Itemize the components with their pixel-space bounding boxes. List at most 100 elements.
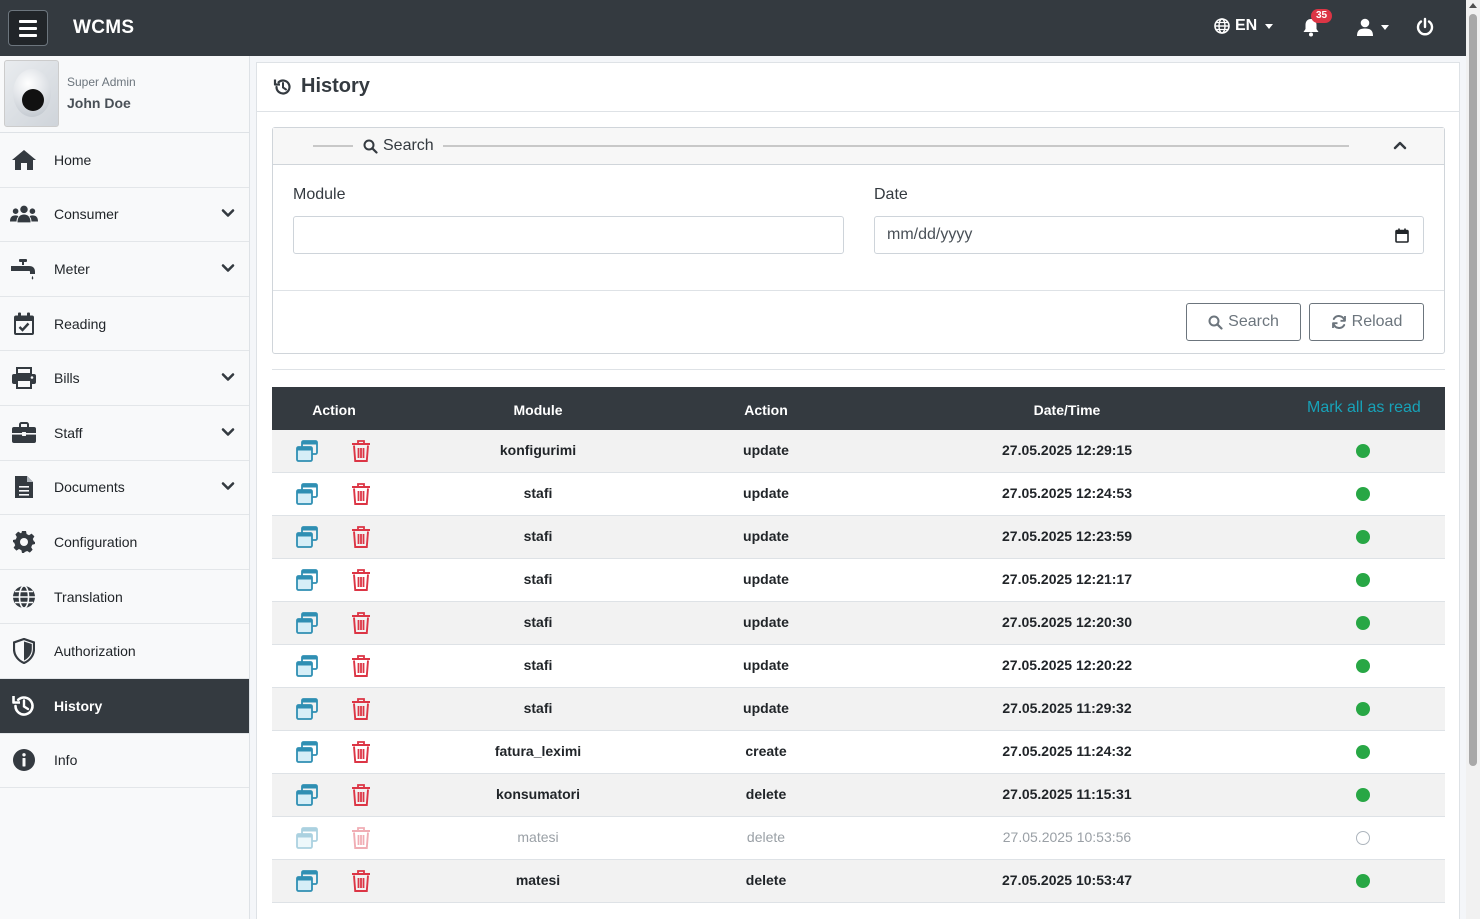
unread-status-indicator[interactable]	[1356, 702, 1370, 716]
sidebar-item-authorization[interactable]: Authorization	[0, 624, 249, 679]
sidebar-item-label: Translation	[54, 588, 123, 605]
sidebar-item-configuration[interactable]: Configuration	[0, 515, 249, 570]
user-menu[interactable]	[1356, 18, 1389, 36]
read-status-indicator[interactable]	[1356, 831, 1370, 845]
chevron-up-icon[interactable]	[1393, 140, 1407, 150]
sidebar-item-label: Bills	[54, 370, 80, 387]
sidebar-item-consumer[interactable]: Consumer	[0, 188, 249, 243]
trash-icon[interactable]	[351, 569, 371, 596]
view-details-icon[interactable]	[296, 741, 318, 768]
module-field-label: Module	[293, 186, 346, 203]
view-details-icon[interactable]	[296, 870, 318, 897]
history-table: Action Module Action Date/Time Mark all …	[272, 387, 1445, 903]
power-icon[interactable]	[1415, 17, 1435, 37]
unread-status-indicator[interactable]	[1356, 745, 1370, 759]
date-input[interactable]: mm/dd/yyyy	[874, 216, 1424, 254]
sidebar-item-documents[interactable]: Documents	[0, 461, 249, 516]
trash-icon[interactable]	[351, 870, 371, 897]
view-details-icon[interactable]	[296, 698, 318, 725]
trash-icon[interactable]	[351, 655, 371, 682]
unread-status-indicator[interactable]	[1356, 444, 1370, 458]
language-selector[interactable]: EN	[1214, 17, 1274, 35]
view-details-icon[interactable]	[296, 827, 318, 854]
info-icon	[10, 746, 38, 774]
calendar-icon[interactable]	[1395, 228, 1409, 243]
history-icon	[273, 78, 291, 95]
divider	[273, 290, 1444, 291]
sidebar-item-history[interactable]: History	[0, 678, 249, 734]
search-icon	[363, 139, 378, 154]
chevron-down-icon	[221, 424, 235, 442]
sidebar-item-bills[interactable]: Bills	[0, 351, 249, 406]
faucet-icon	[10, 255, 38, 283]
mark-all-as-read-link[interactable]: Mark all as read	[1307, 399, 1421, 417]
brand-logo[interactable]: WCMS	[73, 17, 134, 39]
table-row[interactable]: matesi delete 27.05.2025 10:53:47	[272, 860, 1445, 903]
table-row[interactable]: matesi delete 27.05.2025 10:53:56	[272, 817, 1445, 860]
unread-status-indicator[interactable]	[1356, 659, 1370, 673]
trash-icon[interactable]	[351, 612, 371, 639]
module-cell: stafi	[523, 528, 553, 544]
sidebar-item-translation[interactable]: Translation	[0, 570, 249, 625]
table-row[interactable]: konsumatori delete 27.05.2025 11:15:31	[272, 774, 1445, 817]
table-header: Action Module Action Date/Time Mark all …	[272, 387, 1445, 430]
unread-status-indicator[interactable]	[1356, 530, 1370, 544]
sidebar-item-reading[interactable]: Reading	[0, 297, 249, 352]
view-details-icon[interactable]	[296, 526, 318, 553]
page-scrollbar[interactable]	[1466, 0, 1480, 919]
unread-status-indicator[interactable]	[1356, 616, 1370, 630]
trash-icon[interactable]	[351, 483, 371, 510]
module-cell: stafi	[523, 614, 553, 630]
scrollbar-thumb[interactable]	[1469, 14, 1477, 766]
table-row[interactable]: stafi update 27.05.2025 11:29:32	[272, 688, 1445, 731]
top-navbar: WCMS EN 35	[0, 0, 1466, 56]
trash-icon[interactable]	[351, 784, 371, 811]
search-button[interactable]: Search	[1186, 303, 1301, 341]
sidebar-item-home[interactable]: Home	[0, 133, 249, 188]
chevron-down-icon	[1265, 23, 1274, 29]
table-row[interactable]: stafi update 27.05.2025 12:23:59	[272, 516, 1445, 559]
module-cell: matesi	[517, 829, 559, 845]
trash-icon[interactable]	[351, 827, 371, 854]
unread-status-indicator[interactable]	[1356, 487, 1370, 501]
trash-icon[interactable]	[351, 698, 371, 725]
column-header-module: Module	[513, 402, 563, 418]
trash-icon[interactable]	[351, 526, 371, 553]
sidebar-item-info[interactable]: Info	[0, 734, 249, 789]
user-role: Super Admin	[67, 75, 136, 89]
table-row[interactable]: stafi update 27.05.2025 12:21:17	[272, 559, 1445, 602]
unread-status-indicator[interactable]	[1356, 874, 1370, 888]
view-details-icon[interactable]	[296, 784, 318, 811]
view-details-icon[interactable]	[296, 569, 318, 596]
sidebar-item-staff[interactable]: Staff	[0, 406, 249, 461]
sidebar-item-label: Consumer	[54, 206, 119, 223]
view-details-icon[interactable]	[296, 440, 318, 467]
datetime-cell: 27.05.2025 10:53:47	[1002, 872, 1132, 888]
module-input[interactable]	[293, 216, 844, 254]
chevron-down-icon	[1381, 24, 1389, 30]
trash-icon[interactable]	[351, 440, 371, 467]
unread-status-indicator[interactable]	[1356, 788, 1370, 802]
sidebar-item-meter[interactable]: Meter	[0, 242, 249, 297]
table-row[interactable]: stafi update 27.05.2025 12:20:30	[272, 602, 1445, 645]
reload-button[interactable]: Reload	[1309, 303, 1424, 341]
unread-status-indicator[interactable]	[1356, 573, 1370, 587]
view-details-icon[interactable]	[296, 483, 318, 510]
scroll-up-arrow[interactable]	[1469, 3, 1477, 8]
sidebar-item-label: Documents	[54, 479, 125, 496]
action-cell: update	[743, 700, 789, 716]
datetime-cell: 27.05.2025 11:15:31	[1002, 786, 1132, 802]
module-cell: konsumatori	[495, 786, 581, 802]
table-row[interactable]: konfigurimi update 27.05.2025 12:29:15	[272, 430, 1445, 473]
hamburger-menu-button[interactable]	[8, 10, 48, 46]
view-details-icon[interactable]	[296, 655, 318, 682]
column-header-action-type: Action	[744, 402, 788, 418]
sidebar-item-label: Reading	[54, 315, 107, 332]
table-row[interactable]: stafi update 27.05.2025 12:20:22	[272, 645, 1445, 688]
sidebar-item-label: Configuration	[54, 533, 138, 550]
table-row[interactable]: fatura_leximi create 27.05.2025 11:24:32	[272, 731, 1445, 774]
module-cell: konfigurimi	[499, 442, 577, 458]
view-details-icon[interactable]	[296, 612, 318, 639]
trash-icon[interactable]	[351, 741, 371, 768]
table-row[interactable]: stafi update 27.05.2025 12:24:53	[272, 473, 1445, 516]
